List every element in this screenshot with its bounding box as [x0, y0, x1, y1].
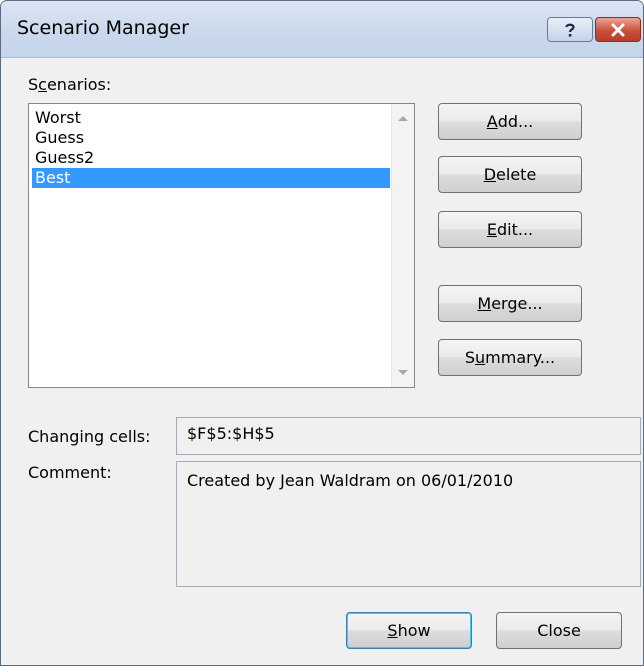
list-item[interactable]: Guess	[32, 128, 390, 148]
close-window-button[interactable]	[595, 17, 641, 42]
scroll-down-arrow-icon[interactable]	[398, 370, 408, 375]
title-bar[interactable]: Scenario Manager	[1, 1, 643, 58]
add-button[interactable]: Add...	[438, 103, 582, 140]
merge-button[interactable]: Merge...	[438, 285, 582, 322]
close-button[interactable]: Close	[496, 612, 622, 649]
list-item-selected[interactable]: Best	[32, 168, 390, 188]
comment-field: Created by Jean Waldram on 06/01/2010	[176, 461, 641, 587]
list-item[interactable]: Guess2	[32, 148, 390, 168]
edit-button[interactable]: Edit...	[438, 211, 582, 248]
changing-cells-field: $F$5:$H$5	[176, 417, 641, 455]
close-icon	[611, 23, 625, 36]
changing-cells-label: Changing cells:	[28, 427, 151, 446]
scenarios-label: Scenarios:	[28, 75, 112, 94]
help-button[interactable]	[547, 17, 593, 42]
dialog-title: Scenario Manager	[17, 17, 189, 39]
scenarios-listbox[interactable]: Worst Guess Guess2 Best	[28, 103, 415, 388]
show-button[interactable]: Show	[346, 612, 472, 649]
comment-label: Comment:	[28, 463, 112, 482]
list-item[interactable]: Worst	[32, 108, 390, 128]
scenario-manager-dialog: Scenario Manager Scenarios: Worst Guess …	[0, 0, 644, 666]
delete-button[interactable]: Delete	[438, 156, 582, 193]
listbox-scrollbar[interactable]	[391, 104, 414, 387]
summary-button[interactable]: Su mmary...	[438, 339, 582, 376]
scroll-up-arrow-icon[interactable]	[398, 116, 408, 121]
help-icon	[565, 23, 575, 37]
